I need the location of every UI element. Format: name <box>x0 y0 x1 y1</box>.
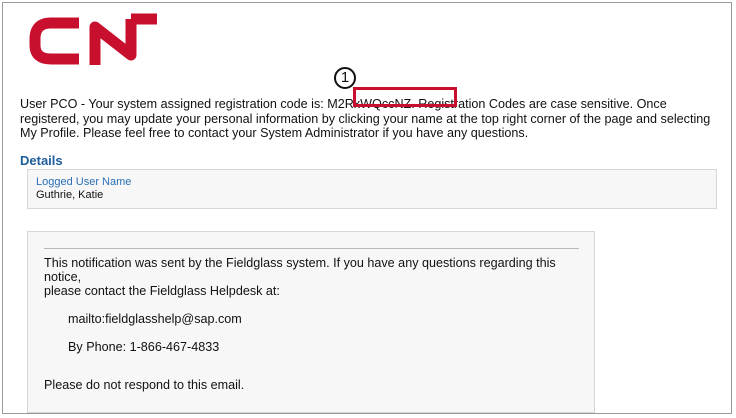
footer-text: This notification was sent by the Fieldg… <box>44 256 584 392</box>
email-body: User PCO - Your system assigned registra… <box>2 2 732 414</box>
notification-footer: This notification was sent by the Fieldg… <box>27 231 595 413</box>
footer-sent-by: This notification was sent by the Fieldg… <box>44 256 556 284</box>
cn-logo <box>29 13 157 65</box>
helpdesk-mailto-link[interactable]: mailto:fieldglasshelp@sap.com <box>44 312 584 326</box>
details-heading: Details <box>20 153 63 168</box>
intro-before-code: User PCO - Your system assigned registra… <box>20 97 328 111</box>
details-panel: Logged User Name Guthrie, Katie <box>27 169 717 209</box>
helpdesk-phone: By Phone: 1-866-467-4833 <box>68 340 220 354</box>
footer-divider <box>44 248 579 249</box>
logged-user-name-label: Logged User Name <box>36 176 132 188</box>
footer-contact-helpdesk: please contact the Fieldglass Helpdesk a… <box>44 284 280 298</box>
registration-code-highlight <box>353 87 457 107</box>
logged-user-name-value: Guthrie, Katie <box>36 189 104 201</box>
callout-number-badge: 1 <box>334 67 356 89</box>
do-not-reply-note: Please do not respond to this email. <box>44 378 245 392</box>
